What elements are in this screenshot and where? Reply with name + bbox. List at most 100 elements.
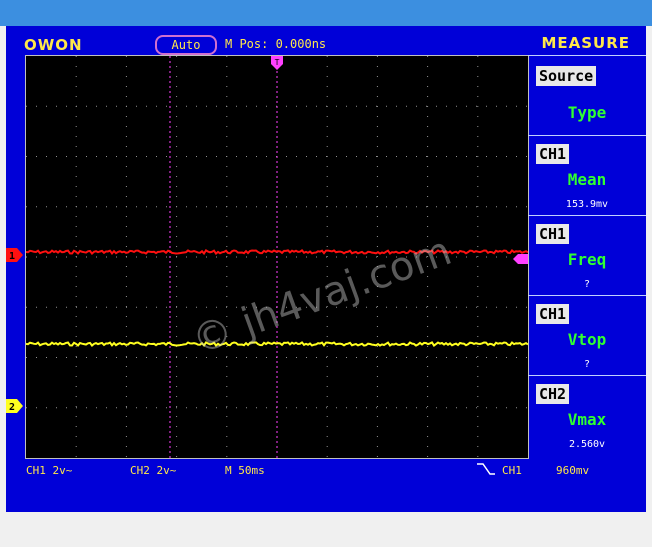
- grid-dot: [516, 357, 517, 358]
- grid-dot: [427, 116, 429, 117]
- grid-dot: [75, 366, 77, 367]
- grid-dot: [96, 407, 97, 409]
- grid-dot: [427, 56, 429, 57]
- ch1-ground-marker[interactable]: 1: [6, 248, 24, 262]
- menu-label: CH1: [536, 224, 570, 244]
- grid-dot: [216, 256, 217, 258]
- grid-dot: [125, 346, 127, 347]
- ch2-ground-label: 2: [9, 402, 15, 413]
- grid-dot: [176, 366, 178, 367]
- grid-dot: [366, 306, 367, 308]
- grid-dot: [96, 206, 97, 208]
- menu-item-measure-4[interactable]: CH2 Vmax 2.560v: [528, 375, 646, 454]
- grid-dot: [366, 357, 367, 358]
- grid-dot: [506, 357, 507, 358]
- grid-dot: [226, 156, 227, 157]
- grid-dot: [116, 407, 117, 409]
- grid-dot: [427, 456, 429, 457]
- menu-item-measure-2[interactable]: CH1 Freq ?: [528, 215, 646, 294]
- grid-dot: [376, 105, 377, 107]
- grid-dot: [266, 407, 267, 409]
- grid-dot: [36, 306, 37, 308]
- grid-dot: [136, 306, 137, 308]
- grid-dot: [477, 396, 479, 397]
- grid-dot: [346, 156, 347, 157]
- grid-dot: [477, 196, 479, 197]
- grid-dot: [477, 256, 479, 257]
- grid-dot: [326, 86, 328, 87]
- grid-dot: [386, 306, 387, 308]
- menu-label: CH1: [536, 304, 570, 324]
- grid-dot: [206, 407, 207, 409]
- grid-dot: [226, 357, 227, 358]
- ch1-ground-label: 1: [9, 251, 15, 262]
- grid-dot: [26, 306, 27, 308]
- grid-dot: [376, 86, 378, 87]
- grid-dot: [246, 206, 247, 208]
- grid-dot: [146, 206, 147, 208]
- menu-item-measure-1[interactable]: CH1 Mean 153.9mv: [528, 135, 646, 214]
- grid-dot: [486, 105, 487, 107]
- menu-reading: 2.560v: [568, 439, 606, 450]
- grid-dot: [456, 407, 457, 409]
- grid-dot: [176, 276, 178, 277]
- grid-dot: [125, 266, 127, 267]
- menu-item-measure-3[interactable]: CH1 Vtop ?: [528, 295, 646, 374]
- grid-dot: [376, 326, 378, 327]
- grid-dot: [296, 206, 297, 208]
- grid-dot: [456, 306, 457, 308]
- grid-dot: [477, 216, 479, 217]
- menu-reading: ?: [583, 359, 591, 370]
- grid-dot: [326, 407, 327, 409]
- grid-dot: [125, 216, 127, 217]
- grid-dot: [226, 416, 228, 417]
- grid-dot: [106, 357, 107, 358]
- ch2-scale-readout: CH2 2v~: [130, 464, 177, 477]
- grid-dot: [416, 357, 417, 358]
- grid-dot: [75, 166, 77, 167]
- timebase-readout: M 50ms: [225, 464, 265, 477]
- grid-dot: [75, 436, 77, 437]
- grid-dot: [256, 357, 257, 358]
- grid-dot: [286, 256, 287, 258]
- grid-dot: [326, 176, 328, 177]
- grid-dot: [126, 156, 127, 157]
- grid-dot: [496, 306, 497, 308]
- grid-dot: [376, 246, 378, 247]
- grid-dot: [376, 66, 378, 67]
- grid-dot: [226, 76, 228, 77]
- grid-dot: [226, 136, 228, 137]
- ch2-ground-marker[interactable]: 2: [6, 399, 24, 413]
- grid-dot: [477, 266, 479, 267]
- grid-dot: [176, 176, 178, 177]
- menu-label: CH1: [536, 144, 570, 164]
- grid-dot: [416, 206, 417, 208]
- header-bar: OWON Auto M Pos: 0.000ns MEASURE: [6, 26, 646, 56]
- grid-dot: [376, 206, 377, 208]
- grid-dot: [376, 306, 378, 307]
- grid-dot: [75, 246, 77, 247]
- grid-dot: [376, 146, 378, 147]
- grid-dot: [196, 407, 197, 409]
- grid-dot: [176, 246, 178, 247]
- grid-dot: [75, 326, 77, 327]
- grid-dot: [176, 96, 178, 97]
- menu-item-source[interactable]: Source Type: [528, 55, 646, 134]
- grid-dot: [446, 105, 447, 107]
- grid-dot: [316, 105, 317, 107]
- grid-dot: [396, 105, 397, 107]
- grid-dot: [116, 306, 117, 308]
- grid-dot: [176, 206, 177, 208]
- grid-dot: [75, 296, 77, 297]
- grid-dot: [226, 246, 228, 247]
- grid-dot: [306, 156, 307, 157]
- grid-dot: [226, 146, 228, 147]
- grid-dot: [156, 105, 157, 107]
- grid-dot: [306, 407, 307, 409]
- grid-dot: [226, 176, 228, 177]
- grid-dot: [376, 406, 378, 407]
- grid-dot: [176, 446, 178, 447]
- grid-dot: [456, 206, 457, 208]
- grid-dot: [516, 156, 517, 157]
- grid-dot: [346, 105, 347, 107]
